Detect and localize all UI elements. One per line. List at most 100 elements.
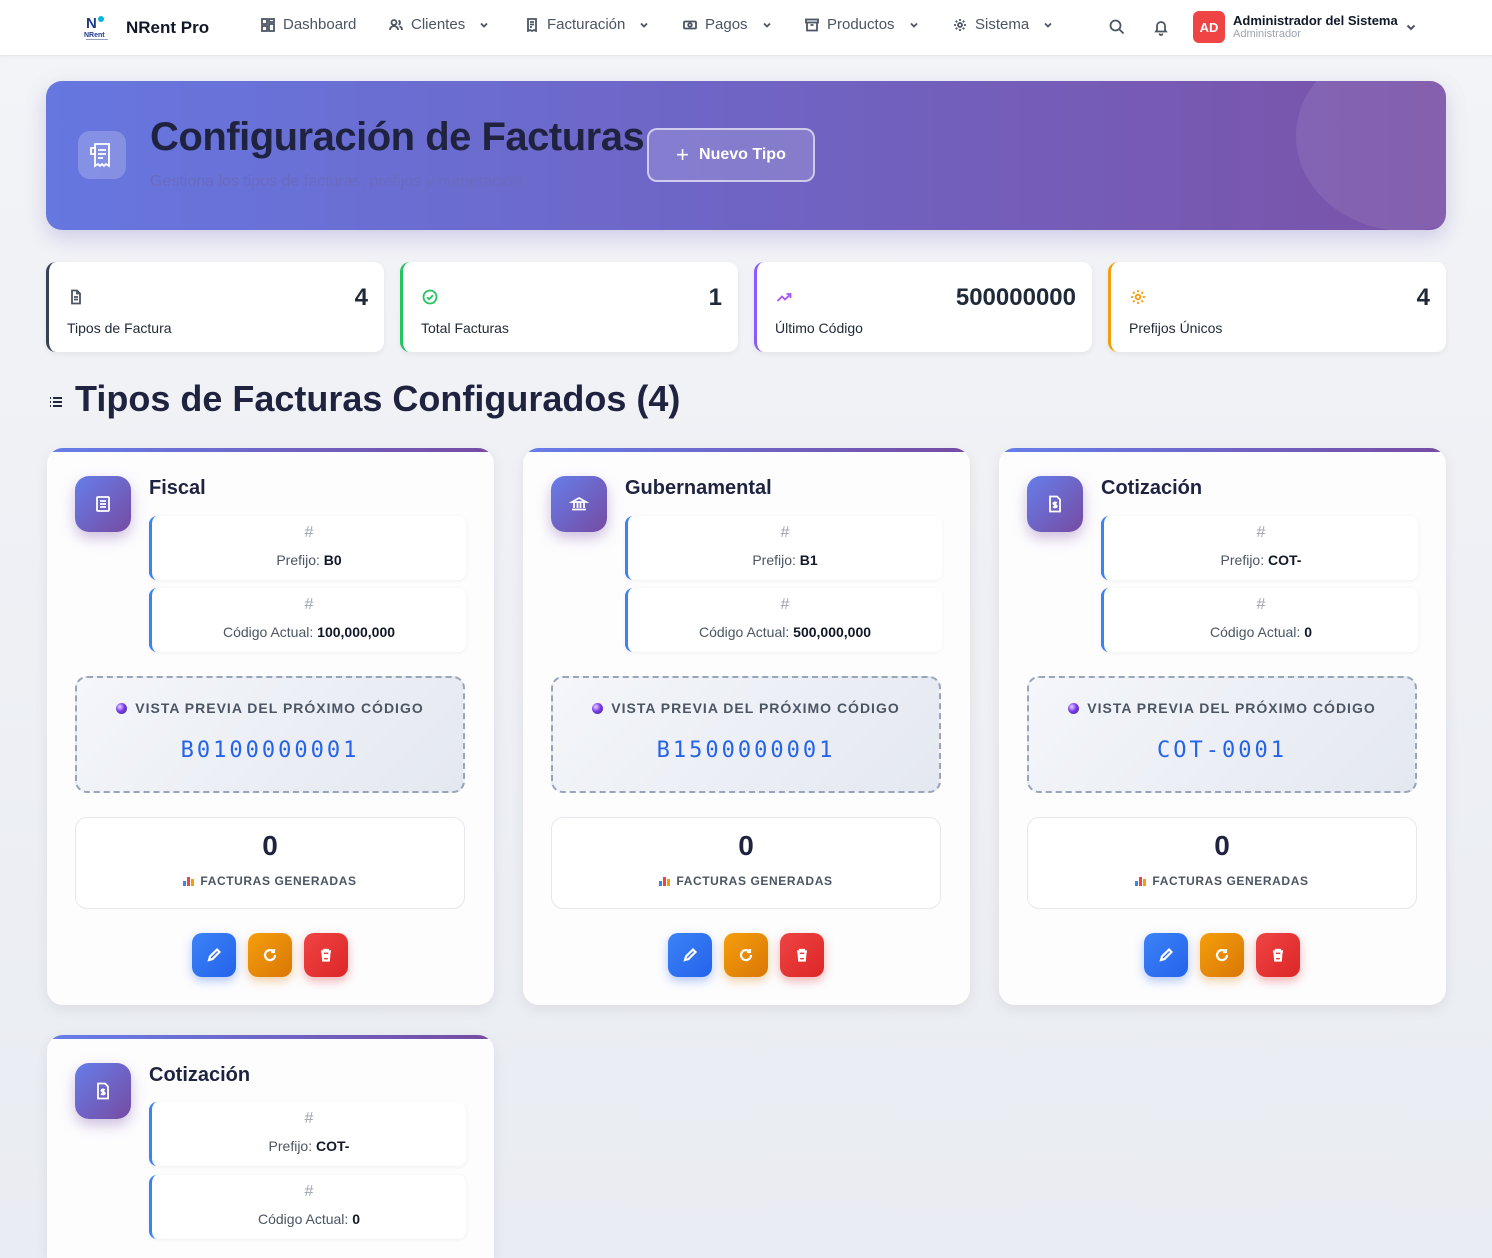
bar-chart-icon — [183, 876, 195, 886]
next-code: COT-0001 — [1157, 738, 1287, 763]
prefix-line: Prefijo: B0 — [152, 552, 466, 568]
section-title: Tipos de Facturas Configurados (4) — [75, 378, 681, 419]
edit-button[interactable] — [1144, 933, 1188, 977]
list-icon — [75, 476, 131, 532]
current-code-box: # Código Actual: 0 — [1101, 588, 1418, 652]
stat-value: 4 — [1416, 284, 1430, 311]
stat-card-prefixes: 4 Prefijos Únicos — [1108, 262, 1446, 352]
trash-icon — [1273, 948, 1283, 962]
type-name: Fiscal — [149, 477, 206, 499]
next-code-preview: VISTA PREVIA DEL PRÓXIMO CÓDIGO COT-0001 — [1027, 676, 1417, 793]
current-code-value: 100,000,000 — [317, 624, 396, 640]
refresh-icon — [1215, 948, 1229, 962]
prefix-box: # Prefijo: COT- — [1101, 516, 1418, 580]
preview-label-text: VISTA PREVIA DEL PRÓXIMO CÓDIGO — [1087, 700, 1376, 716]
new-type-button[interactable]: + Nuevo Tipo — [647, 128, 815, 182]
chevron-down-icon — [1406, 24, 1416, 31]
nav-productos-label: Productos — [827, 16, 895, 33]
prefix-label: Prefijo: — [276, 552, 320, 568]
nav-dashboard-label: Dashboard — [283, 16, 357, 33]
generated-label: FACTURAS GENERADAS — [552, 874, 940, 888]
prefix-label: Prefijo: — [752, 552, 796, 568]
reset-button[interactable] — [1200, 933, 1244, 977]
stat-value: 4 — [354, 284, 368, 311]
preview-label-text: VISTA PREVIA DEL PRÓXIMO CÓDIGO — [135, 700, 424, 716]
current-code-line: Código Actual: 500,000,000 — [628, 624, 942, 640]
hash-icon: # — [304, 1183, 314, 1200]
generated-count: 0 — [1214, 830, 1230, 861]
prefix-value: COT- — [316, 1138, 350, 1154]
avatar[interactable]: AD — [1193, 11, 1225, 43]
chevron-down-icon — [480, 22, 488, 28]
trending-up-icon — [776, 289, 792, 305]
current-code-value: 500,000,000 — [793, 624, 872, 640]
reset-button[interactable] — [724, 933, 768, 977]
invoice-type-card: Gubernamental # Prefijo: B1 # Código Act… — [523, 448, 970, 1005]
current-code-box: # Código Actual: 100,000,000 — [149, 588, 466, 652]
delete-button[interactable] — [1256, 933, 1300, 977]
stat-card-last-code: 500000000 Último Código — [754, 262, 1092, 352]
current-code-box: # Código Actual: 0 — [149, 1175, 466, 1239]
brand[interactable]: N NRent NRent Pro — [84, 14, 209, 42]
type-name: Gubernamental — [625, 477, 772, 499]
preview-label: VISTA PREVIA DEL PRÓXIMO CÓDIGO — [77, 700, 463, 716]
nav-dashboard[interactable]: Dashboard — [261, 16, 356, 33]
list-icon — [48, 394, 64, 410]
reset-button[interactable] — [248, 933, 292, 977]
hash-icon: # — [780, 524, 790, 541]
user-menu-toggle[interactable] — [1405, 20, 1417, 32]
users-icon — [389, 18, 403, 30]
invoice-type-card: Fiscal # Prefijo: B0 # Código Actual: 10… — [47, 448, 494, 1005]
nav-pagos[interactable]: Pagos — [683, 16, 772, 33]
card-actions — [668, 933, 824, 977]
stat-value: 500000000 — [955, 284, 1076, 311]
edit-button[interactable] — [668, 933, 712, 977]
notifications-button[interactable] — [1152, 18, 1170, 36]
type-name: Cotización — [1101, 477, 1203, 499]
current-code-label: Código Actual: — [1210, 624, 1301, 640]
generated-label: FACTURAS GENERADAS — [76, 874, 464, 888]
generated-label-text: FACTURAS GENERADAS — [200, 874, 357, 888]
current-code-value: 0 — [1304, 624, 1312, 640]
receipt-icon — [78, 131, 126, 179]
nav-clientes[interactable]: Clientes — [389, 16, 489, 33]
chevron-down-icon — [1044, 22, 1052, 28]
stat-label: Prefijos Únicos — [1129, 320, 1223, 336]
edit-button[interactable] — [192, 933, 236, 977]
nav-facturacion-label: Facturación — [547, 16, 626, 33]
prefix-value: B0 — [323, 552, 342, 568]
stat-label: Total Facturas — [421, 320, 509, 336]
pencil-icon — [1159, 947, 1174, 962]
brand-name: NRent Pro — [126, 18, 210, 37]
grid-icon — [261, 17, 275, 32]
trash-icon — [797, 948, 807, 962]
brand-logo: N NRent — [84, 14, 110, 42]
nav-facturacion[interactable]: Facturación — [525, 16, 649, 33]
invoice-type-card: Cotización # Prefijo: COT- # Código Actu… — [47, 1035, 494, 1258]
current-code-label: Código Actual: — [222, 624, 314, 640]
delete-button[interactable] — [304, 933, 348, 977]
hash-icon: # — [304, 1110, 314, 1127]
current-code-line: Código Actual: 100,000,000 — [152, 624, 466, 640]
bar-chart-icon — [1135, 876, 1147, 886]
generated-count: 0 — [262, 830, 278, 861]
prefix-value: COT- — [1268, 552, 1302, 568]
generated-label: FACTURAS GENERADAS — [1028, 874, 1416, 888]
delete-button[interactable] — [780, 933, 824, 977]
page-header: Configuración de Facturas Gestiona los t… — [46, 81, 1446, 230]
receipt-icon — [527, 17, 537, 32]
search-button[interactable] — [1108, 18, 1126, 36]
current-code-value: 0 — [352, 1211, 360, 1227]
user-name[interactable]: Administrador del Sistema — [1233, 13, 1398, 28]
card-actions — [1144, 933, 1300, 977]
nav-productos[interactable]: Productos — [805, 16, 919, 33]
bell-icon — [1154, 21, 1168, 36]
document-icon — [68, 289, 84, 305]
stat-card-invoices: 1 Total Facturas — [400, 262, 738, 352]
pencil-icon — [207, 947, 222, 962]
chevron-down-icon — [909, 22, 918, 28]
nav-sistema[interactable]: Sistema — [953, 16, 1053, 33]
hash-icon: # — [304, 524, 314, 541]
next-code-preview: VISTA PREVIA DEL PRÓXIMO CÓDIGO B0100000… — [75, 676, 465, 793]
check-circle-icon — [422, 289, 438, 305]
